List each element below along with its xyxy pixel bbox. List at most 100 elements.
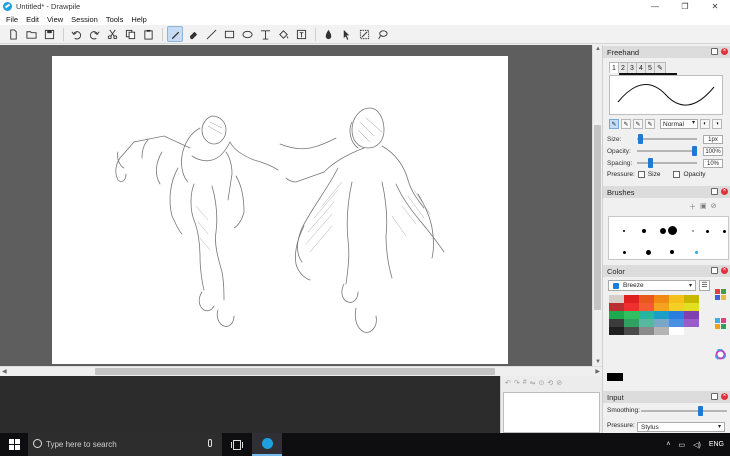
color-swatch[interactable] — [669, 311, 684, 319]
size-slider-thumb[interactable] — [638, 134, 644, 144]
color-swatch[interactable] — [639, 303, 654, 311]
watercolor-brush-icon[interactable]: ✎ — [633, 119, 643, 129]
undo-small-icon[interactable]: ↶ — [505, 379, 511, 389]
color-swatch[interactable] — [609, 327, 624, 335]
microphone-icon[interactable] — [208, 439, 212, 447]
pressure-opacity-checkbox[interactable] — [673, 171, 681, 178]
flip-icon[interactable]: ⇋ — [530, 379, 536, 389]
freehand-brush-icon[interactable] — [167, 26, 183, 42]
color-swatch[interactable] — [639, 319, 654, 327]
tray-chevron-icon[interactable]: ˄ — [666, 441, 670, 448]
opacity-value-field[interactable]: 100% — [703, 146, 723, 156]
brush-preset[interactable] — [706, 230, 709, 233]
color-sliders-icon[interactable] — [715, 289, 726, 300]
color-swatch[interactable] — [609, 311, 624, 319]
color-swatch[interactable] — [624, 327, 639, 335]
blend-mode-select[interactable]: Normal — [660, 119, 698, 129]
new-file-icon[interactable] — [5, 26, 21, 42]
layer-number-icon[interactable]: # — [523, 379, 527, 389]
color-swatch[interactable] — [609, 319, 624, 327]
task-view-button[interactable] — [222, 433, 252, 456]
color-swatch[interactable] — [654, 303, 669, 311]
menu-tools[interactable]: Tools — [102, 15, 128, 24]
color-swatch[interactable] — [669, 319, 684, 327]
color-swatch[interactable] — [684, 311, 699, 319]
color-swatch[interactable] — [669, 295, 684, 303]
color-swatch[interactable] — [684, 319, 699, 327]
color-swatch[interactable] — [609, 295, 624, 303]
copy-icon[interactable] — [122, 26, 138, 42]
canvas-horizontal-scrollbar[interactable]: ◀ ▶ — [0, 366, 602, 376]
menu-edit[interactable]: Edit — [22, 15, 43, 24]
size-slider[interactable] — [637, 134, 697, 144]
color-swatch[interactable] — [609, 303, 624, 311]
smoothing-slider-thumb[interactable] — [697, 405, 703, 416]
drawing-canvas[interactable] — [52, 56, 508, 364]
taskbar-search-box[interactable]: Type here to search — [28, 433, 222, 456]
brush-preset[interactable] — [623, 230, 625, 232]
color-swatch[interactable] — [624, 303, 639, 311]
cut-icon[interactable] — [104, 26, 120, 42]
color-swatch[interactable] — [654, 295, 669, 303]
close-panel-icon[interactable]: × — [721, 48, 728, 55]
color-swatch[interactable] — [624, 311, 639, 319]
spacing-slider-thumb[interactable] — [648, 158, 653, 168]
network-icon[interactable]: ▭ — [678, 441, 685, 449]
start-button[interactable] — [0, 433, 28, 456]
brush-preset[interactable] — [642, 229, 646, 233]
color-picker-icon[interactable] — [320, 26, 336, 42]
scroll-down-icon[interactable]: ▼ — [595, 359, 601, 365]
float-panel-icon[interactable] — [711, 48, 718, 55]
spacing-slider[interactable] — [637, 158, 697, 168]
menu-session[interactable]: Session — [67, 15, 102, 24]
brush-preset[interactable] — [646, 250, 651, 255]
restore-button[interactable]: ❐ — [670, 0, 700, 13]
add-brush-icon[interactable]: ＋ — [689, 202, 696, 212]
menu-help[interactable]: Help — [127, 15, 150, 24]
fit-icon[interactable]: ⊘ — [556, 379, 562, 389]
float-panel-icon[interactable] — [711, 267, 718, 274]
redo-small-icon[interactable]: ↷ — [514, 379, 520, 389]
horizontal-scroll-thumb[interactable] — [95, 368, 495, 375]
bezier-tool-icon[interactable] — [257, 26, 273, 42]
lasso-tool-icon[interactable] — [374, 26, 390, 42]
navigator-minimap[interactable] — [503, 392, 600, 433]
canvas-vertical-scrollbar[interactable]: ▲ ▼ — [592, 45, 602, 366]
scroll-up-icon[interactable]: ▲ — [595, 46, 601, 52]
color-swatch[interactable] — [654, 311, 669, 319]
color-swatch[interactable] — [684, 303, 699, 311]
color-swatch[interactable] — [654, 327, 669, 335]
pressure-curve-select[interactable]: Stylus — [637, 422, 725, 432]
brush-presets-list[interactable] — [608, 216, 729, 260]
color-swatch[interactable] — [624, 295, 639, 303]
color-grid-icon[interactable] — [715, 318, 726, 329]
vertical-scroll-thumb[interactable] — [594, 125, 601, 310]
float-panel-icon[interactable] — [711, 393, 718, 400]
rectangle-tool-icon[interactable] — [221, 26, 237, 42]
color-swatch[interactable] — [639, 295, 654, 303]
laser-pointer-icon[interactable] — [338, 26, 354, 42]
palette-menu-icon[interactable]: ☰ — [699, 280, 710, 291]
incremental-mode-icon[interactable]: ◐ — [700, 119, 710, 129]
brush-preset[interactable] — [670, 250, 674, 254]
save-brush-icon[interactable]: ▣ — [700, 202, 707, 212]
save-icon[interactable] — [41, 26, 57, 42]
undo-icon[interactable] — [68, 26, 84, 42]
color-swatch[interactable] — [624, 319, 639, 327]
brush-preset[interactable] — [668, 226, 677, 235]
select-tool-icon[interactable] — [356, 26, 372, 42]
ellipse-tool-icon[interactable] — [239, 26, 255, 42]
menu-view[interactable]: View — [43, 15, 67, 24]
palette-select[interactable]: Breeze — [608, 280, 696, 291]
brush-preset[interactable] — [723, 230, 726, 233]
taskbar-drawpile-app[interactable] — [252, 433, 282, 456]
size-value-field[interactable]: 1px — [703, 134, 723, 144]
smudge-brush-icon[interactable]: ✎ — [645, 119, 655, 129]
paste-icon[interactable] — [140, 26, 156, 42]
volume-icon[interactable]: ◁) — [693, 441, 701, 449]
spacing-value-field[interactable]: 10% — [703, 158, 723, 168]
brush-preset[interactable] — [692, 230, 694, 232]
smoothing-slider[interactable] — [641, 405, 727, 416]
color-swatch[interactable] — [639, 311, 654, 319]
fill-bucket-icon[interactable] — [275, 26, 291, 42]
